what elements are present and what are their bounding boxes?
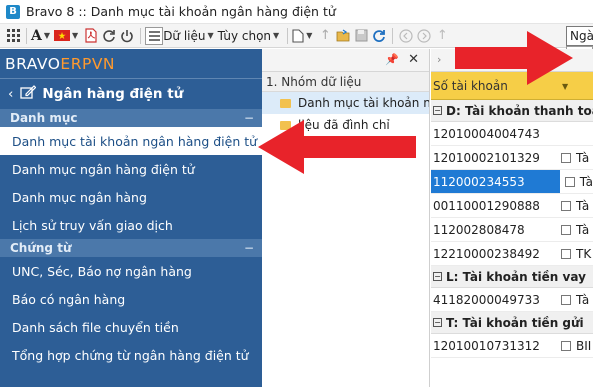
sidebar-item-bank-catalog[interactable]: Danh mục ngân hàng — [0, 183, 262, 211]
group-header-catalog[interactable]: Danh mục − — [0, 109, 262, 127]
sidebar-item-e-bank-catalog[interactable]: Danh mục ngân hàng điện tử — [0, 155, 262, 183]
up-arrow-icon[interactable]: ↑ — [316, 27, 334, 45]
table-row-selected[interactable]: 112000234553 Tà — [431, 170, 593, 194]
menu-list-icon[interactable] — [145, 26, 164, 45]
collapse-icon[interactable]: − — [244, 241, 254, 255]
sidebar-section-header[interactable]: ‹ Ngân hàng điện tử — [0, 79, 262, 109]
upload-arrow-icon[interactable]: ↑ — [433, 27, 451, 45]
collapse-box-icon[interactable]: − — [433, 272, 442, 281]
table-row[interactable]: 12010002101329 Tà — [431, 146, 593, 170]
sidebar-item-credit-notes[interactable]: Báo có ngân hàng — [0, 285, 262, 313]
table-row[interactable]: 00110001290888 Tà — [431, 194, 593, 218]
vietnam-flag-icon — [54, 30, 71, 41]
reload-icon[interactable] — [370, 27, 388, 45]
row-checkbox[interactable] — [564, 176, 575, 187]
nav-back-icon[interactable] — [397, 27, 415, 45]
folder-icon — [280, 98, 291, 108]
open-folder-icon[interactable] — [334, 27, 352, 45]
chevron-left-icon[interactable]: ‹ — [8, 86, 13, 102]
data-group-row[interactable]: Danh mục tài khoản ngâ — [262, 92, 429, 114]
brand-logo: BRAVO ERPVN — [0, 49, 262, 79]
toolbar-separator — [26, 27, 27, 44]
toolbar-separator — [287, 27, 289, 44]
row-checkbox[interactable] — [561, 200, 571, 211]
collapse-box-icon[interactable]: − — [433, 106, 442, 115]
folder-icon — [280, 120, 291, 130]
chevron-right-icon[interactable]: › — [437, 53, 441, 66]
table-row[interactable]: 12010004004743 — [431, 122, 593, 146]
sort-icon[interactable]: ▼ — [562, 82, 568, 91]
data-group-row[interactable]: liệu đã đình chỉ — [262, 114, 429, 136]
apps-grid-icon[interactable] — [4, 27, 22, 45]
collapse-icon[interactable]: − — [244, 111, 254, 125]
save-icon[interactable] — [352, 27, 370, 45]
date-field-input[interactable]: Ngà — [566, 26, 593, 46]
sidebar-section-title: Ngân hàng điện tử — [42, 86, 184, 102]
data-group-header: 1. Nhóm dữ liệu — [262, 72, 429, 92]
table-row[interactable]: 41182000049733 Tà — [431, 288, 593, 312]
main-toolbar: A ▼ ▼ Dữ liệu ▼ Tùy chọn ▼ ▼ ↑ ↑ — [0, 24, 593, 48]
sidebar-item-transfer-files[interactable]: Danh sách file chuyển tiền — [0, 313, 262, 341]
pin-icon[interactable]: 📌 — [385, 53, 399, 66]
row-checkbox[interactable] — [561, 224, 571, 235]
group-header-vouchers[interactable]: Chứng từ − — [0, 239, 262, 257]
grid-group-row[interactable]: − L: Tài khoản tiền vay — [431, 266, 593, 288]
table-row[interactable]: 12010010731312 BII — [431, 334, 593, 358]
table-row[interactable]: 12210000238492 TK — [431, 242, 593, 266]
title-bar: B Bravo 8 :: Danh mục tài khoản ngân hàn… — [0, 0, 593, 24]
new-document-button[interactable]: ▼ — [292, 26, 312, 46]
close-icon[interactable]: ✕ — [408, 52, 419, 67]
table-row[interactable]: 112002808478 Tà — [431, 218, 593, 242]
sidebar-item-payment-orders[interactable]: UNC, Séc, Báo nợ ngân hàng — [0, 257, 262, 285]
toolbar-separator — [392, 27, 394, 44]
sidebar-item-bank-account-catalog[interactable]: Danh mục tài khoản ngân hàng điện tử — [0, 127, 262, 155]
panel-toolbar: 📌 ✕ — [262, 49, 429, 72]
data-menu[interactable]: Dữ liệu ▼ — [163, 26, 213, 46]
collapse-box-icon[interactable]: − — [433, 318, 442, 327]
row-checkbox[interactable] — [561, 340, 571, 351]
accounts-grid: › Số tài khoản ▼ − D: Tài khoản thanh to… — [431, 49, 593, 387]
app-logo-icon: B — [6, 4, 20, 19]
row-checkbox[interactable] — [561, 152, 571, 163]
pdf-export-icon[interactable] — [82, 27, 100, 45]
row-checkbox[interactable] — [561, 248, 571, 259]
grid-toolbar: › — [431, 49, 593, 72]
language-flag-button[interactable]: ▼ — [54, 26, 78, 46]
options-menu-label: Tùy chọn — [217, 28, 272, 43]
nav-forward-icon[interactable] — [415, 27, 433, 45]
data-menu-label: Dữ liệu — [163, 28, 206, 43]
refresh-cycle-icon[interactable] — [100, 27, 118, 45]
document-icon — [292, 28, 304, 43]
row-checkbox[interactable] — [561, 294, 571, 305]
font-size-button[interactable]: A ▼ — [31, 26, 50, 46]
sidebar-item-transaction-history[interactable]: Lịch sử truy vấn giao dịch — [0, 211, 262, 239]
data-group-panel: 📌 ✕ 1. Nhóm dữ liệu Danh mục tài khoản n… — [262, 49, 430, 387]
grid-group-row[interactable]: − T: Tài khoản tiền gửi — [431, 312, 593, 334]
column-header-account-number[interactable]: Số tài khoản ▼ — [431, 72, 593, 100]
window-title: Bravo 8 :: Danh mục tài khoản ngân hàng … — [26, 4, 336, 19]
power-icon[interactable] — [118, 27, 136, 45]
toolbar-separator — [140, 27, 142, 44]
options-menu[interactable]: Tùy chọn ▼ — [218, 26, 280, 46]
sidebar: BRAVO ERPVN ‹ Ngân hàng điện tử Danh mục… — [0, 49, 262, 387]
sidebar-item-voucher-summary[interactable]: Tổng hợp chứng từ ngân hàng điện tử — [0, 341, 262, 369]
edit-book-icon — [20, 85, 37, 103]
grid-group-row[interactable]: − D: Tài khoản thanh toán — [431, 100, 593, 122]
